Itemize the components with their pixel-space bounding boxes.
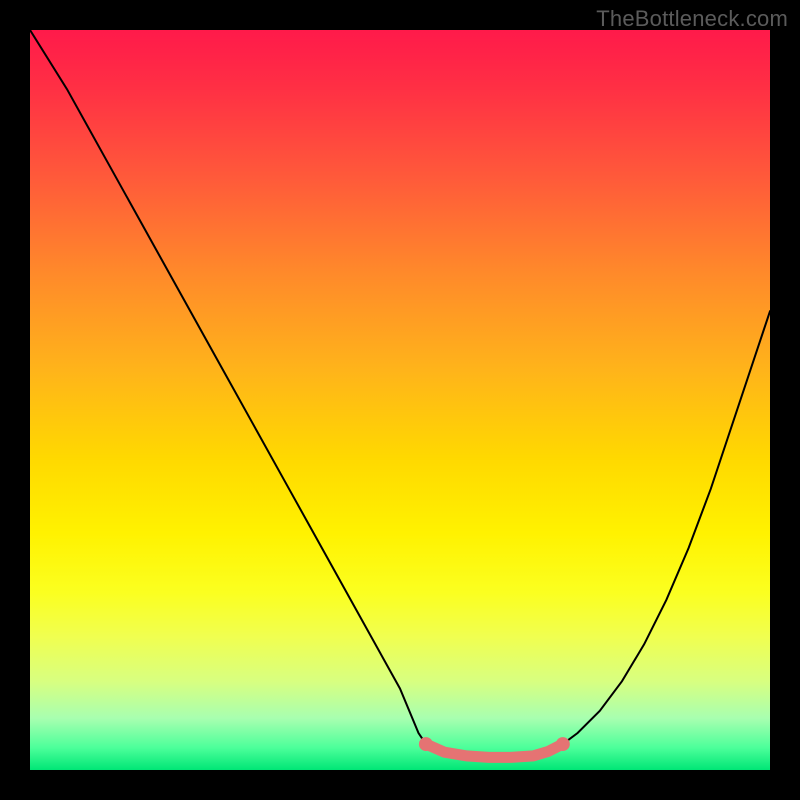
plot-area bbox=[30, 30, 770, 770]
floor-endpoint-right bbox=[556, 737, 570, 751]
floor-marker bbox=[426, 744, 563, 757]
bottleneck-curve-right bbox=[563, 311, 770, 744]
chart-root: TheBottleneck.com bbox=[0, 0, 800, 800]
bottleneck-curve-left bbox=[30, 30, 426, 744]
floor-endpoint-left bbox=[419, 737, 433, 751]
watermark-text: TheBottleneck.com bbox=[596, 6, 788, 32]
chart-svg bbox=[30, 30, 770, 770]
